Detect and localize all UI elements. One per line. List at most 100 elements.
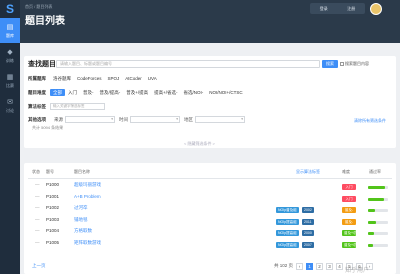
pass-rate-bar	[368, 197, 388, 201]
difficulty-option[interactable]: 省选/NOI-	[181, 89, 207, 96]
problem-tag[interactable]: 2011	[302, 218, 314, 225]
source-select[interactable]: ▾	[65, 116, 115, 123]
problem-tag[interactable]: NOIp提高组	[276, 230, 299, 236]
total-pages: 共 102 页	[274, 263, 294, 268]
problem-id: P1005	[46, 239, 60, 245]
page-button[interactable]: 2	[316, 263, 323, 270]
side-navigation: S ▤ 题库 ◆ 训练 ▦ 比赛 ✉ 讨论	[0, 0, 20, 274]
nav-item-2[interactable]: ▦ 比赛	[0, 68, 20, 93]
problem-title-link[interactable]: 矩阵取数游戏	[74, 240, 101, 246]
page-button[interactable]: 4	[336, 263, 343, 270]
site-logo[interactable]: S	[0, 0, 20, 18]
page-button[interactable]: 1	[306, 263, 313, 270]
other-options: 其他选项 来源 ▾ 时间 ▾ 地区 ▾	[28, 115, 245, 124]
difficulty-badge: 入门	[342, 195, 356, 202]
difficulty-filter: 题目难度 全部 入门 普及- 普及/提高- 普及+/提高 提高+/省选- 省选/NOI- NO…	[28, 88, 246, 97]
difficulty-filter-label: 题目难度	[28, 89, 46, 95]
problem-id: P1000	[46, 182, 60, 187]
problem-tag[interactable]: 2007	[302, 241, 314, 248]
table-row[interactable]: — P1001 A+B Problem 入门	[24, 194, 396, 205]
time-select[interactable]: ▾	[130, 116, 180, 123]
status-header: 状态	[32, 169, 40, 174]
difficulty-option[interactable]: 提高+/省选-	[151, 89, 180, 96]
nav-icon: ▤	[6, 23, 14, 31]
status-icon: —	[35, 193, 40, 199]
status-icon: —	[35, 182, 40, 187]
problem-title-link[interactable]: 超级玛丽游戏	[74, 182, 101, 188]
source-option[interactable]: CodeForces	[74, 75, 105, 82]
algorithm-tag-label: 算法标签	[28, 103, 46, 109]
source-filter-label: 所属题库	[28, 75, 46, 81]
difficulty-header[interactable]: 难度	[342, 169, 350, 175]
nav-label: 题库	[6, 32, 14, 38]
page-header: 首页 / 题目列表 题目列表 登录 注册	[20, 0, 400, 43]
problem-tag[interactable]: NOIp提高组	[276, 218, 299, 225]
pass-rate-bar	[368, 232, 388, 235]
watermark: 知乎用户	[345, 268, 370, 274]
difficulty-option[interactable]: 全部	[50, 89, 65, 96]
nav-icon: ◆	[7, 48, 13, 56]
difficulty-option[interactable]: 普及-	[80, 89, 97, 96]
user-box: 登录 注册	[310, 3, 365, 14]
pagination: 上一页 共 102 页 ‹ 1 2 3 4 5 6 ›	[24, 263, 396, 272]
source-filter: 所属题库 洛谷题库 CodeForces SPOJ AtCoder UVA	[28, 74, 160, 83]
search-content-checkbox[interactable]: 搜索题目内容	[340, 61, 369, 67]
difficulty-badge: 普及+/提高	[342, 241, 362, 248]
difficulty-option[interactable]: NOI/NOI+/CTSC	[206, 89, 245, 96]
source-option[interactable]: SPOJ	[105, 75, 123, 82]
difficulty-badge: 普及-	[342, 207, 356, 213]
pass-rate-header[interactable]: 通过率	[369, 169, 381, 175]
list-header: 状态 题号 题目名称 显示算法标签 难度 通过率	[24, 169, 396, 177]
pass-rate-bar	[368, 220, 388, 224]
prev-page-link[interactable]: 上一页	[32, 263, 46, 269]
search-input[interactable]: 请输入题目、标题或题目编号	[56, 60, 320, 68]
problem-title-link[interactable]: 过河卒	[74, 205, 88, 211]
table-row[interactable]: — P1003 铺地毯 NOIp提高组 2011 普及-	[24, 217, 396, 228]
show-tags-toggle[interactable]: 显示算法标签	[296, 169, 320, 175]
prev-arrow-button[interactable]: ‹	[296, 263, 303, 270]
nav-item-1[interactable]: ◆ 训练	[0, 43, 20, 68]
region-select[interactable]: ▾	[195, 116, 245, 123]
avatar[interactable]	[370, 3, 382, 15]
problem-title-link[interactable]: A+B Problem	[74, 194, 101, 199]
toggle-filters-link[interactable]: < 隐藏筛选条件 >	[184, 141, 215, 147]
difficulty-option[interactable]: 入门	[65, 89, 80, 96]
table-row[interactable]: — P1002 过河卒 NOIp普及组 2002 普及-	[24, 205, 396, 216]
table-row[interactable]: — P1005 矩阵取数游戏 NOIp提高组 2007 普及+/提高	[24, 240, 396, 251]
pass-rate-bar	[368, 243, 388, 247]
nav-item-3[interactable]: ✉ 讨论	[0, 93, 20, 118]
other-options-label: 其他选项	[28, 116, 46, 122]
problem-id: P1003	[46, 216, 60, 222]
problem-tag[interactable]: 2000	[302, 230, 314, 236]
register-link[interactable]: 注册	[347, 6, 355, 12]
algorithm-tag-input[interactable]: 输入关键字筛选标签	[50, 103, 105, 110]
checkbox-icon[interactable]	[340, 62, 344, 66]
source-option[interactable]: UVA	[145, 75, 160, 82]
page-button[interactable]: 3	[326, 263, 333, 270]
nav-item-0[interactable]: ▤ 题库	[0, 18, 20, 43]
nav-label: 讨论	[6, 107, 14, 113]
problem-tag[interactable]: NOIp提高组	[276, 241, 299, 248]
table-row[interactable]: — P1000 超级玛丽游戏 入门	[24, 182, 396, 193]
nav-label: 比赛	[6, 82, 14, 88]
login-link[interactable]: 登录	[320, 6, 328, 12]
clear-filters-link[interactable]: 清除所有筛选条件	[354, 118, 386, 124]
pass-rate-fill	[368, 197, 384, 201]
pass-rate-fill	[368, 220, 376, 224]
source-option[interactable]: 洛谷题库	[50, 75, 74, 82]
source-option[interactable]: AtCoder	[122, 75, 145, 82]
algorithm-tag-filter: 算法标签 输入关键字筛选标签	[28, 102, 105, 111]
problem-tag[interactable]: NOIp普及组	[276, 207, 299, 213]
table-row[interactable]: — P1004 方格取数 NOIp提高组 2000 普及+/提高	[24, 228, 396, 239]
problem-title-link[interactable]: 铺地毯	[74, 217, 88, 223]
problem-list: 状态 题号 题目名称 显示算法标签 难度 通过率 — P1000 超级玛丽游戏 入门 —…	[24, 163, 396, 274]
search-button[interactable]: 搜索	[322, 60, 338, 68]
pid-header[interactable]: 题号	[46, 169, 54, 175]
problem-title-link[interactable]: 方格取数	[74, 228, 92, 234]
problem-id: P1001	[46, 193, 60, 199]
checkbox-label: 搜索题目内容	[345, 61, 369, 66]
problem-tag[interactable]: 2002	[302, 207, 314, 213]
difficulty-option[interactable]: 普及/提高-	[97, 89, 124, 96]
difficulty-option[interactable]: 普及+/提高	[123, 89, 151, 96]
breadcrumb[interactable]: 首页 / 题目列表	[25, 4, 52, 10]
